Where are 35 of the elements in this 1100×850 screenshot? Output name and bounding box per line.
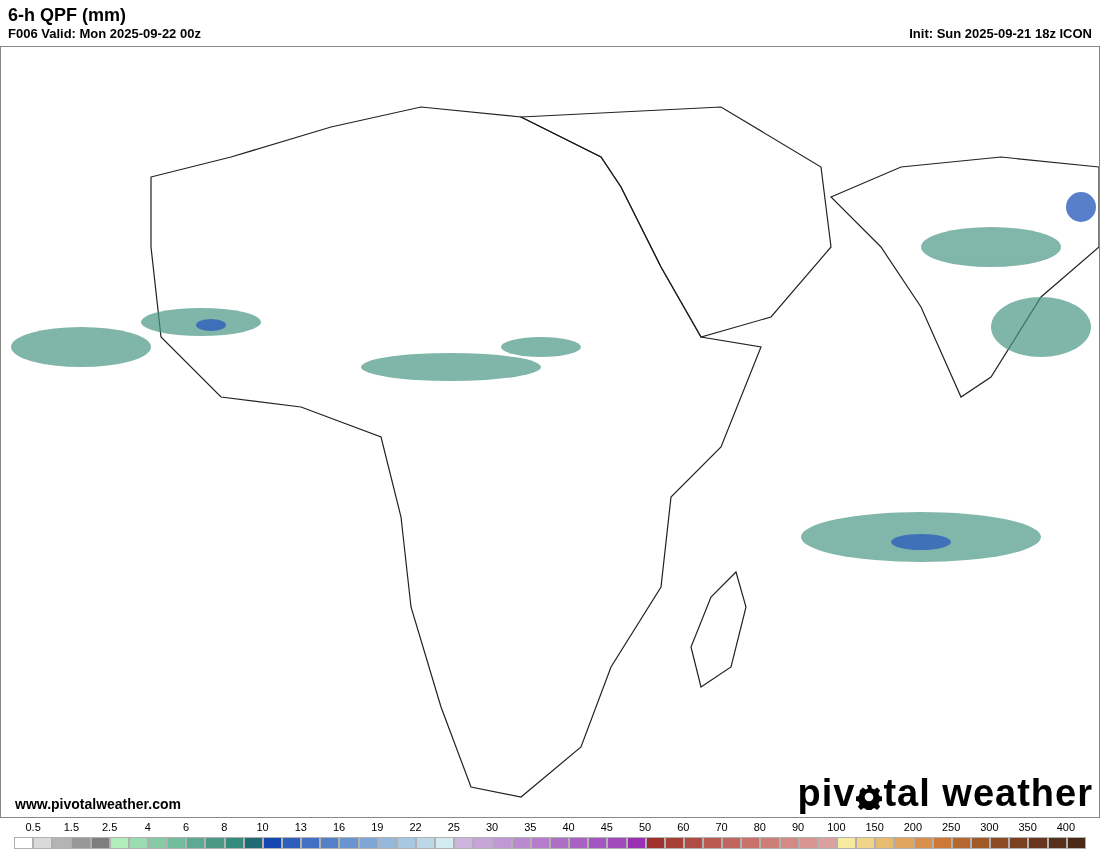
legend-label: 45 (600, 821, 613, 834)
legend-label: 60 (677, 821, 690, 834)
legend-label: 30 (486, 821, 499, 834)
legend-label: 40 (562, 821, 575, 834)
gear-icon (856, 784, 883, 810)
legend-label: 150 (865, 821, 884, 834)
legend-label: 22 (409, 821, 422, 834)
legend-label: 10 (256, 821, 269, 834)
legend-label: 70 (715, 821, 728, 834)
legend-label: 1.5 (63, 821, 79, 834)
legend-label: 80 (753, 821, 766, 834)
chart-title: 6-h QPF (mm) (8, 4, 126, 26)
legend-label: 100 (827, 821, 846, 834)
legend-label: 19 (371, 821, 384, 834)
legend-label: 0.5 (25, 821, 41, 834)
legend-label: 300 (980, 821, 999, 834)
logo-text: piv (797, 773, 856, 813)
legend-label: 16 (333, 821, 346, 834)
legend-label: 35 (524, 821, 537, 834)
legend-label: 350 (1018, 821, 1037, 834)
legend-label: 25 (447, 821, 460, 834)
legend-label: 6 (183, 821, 190, 834)
legend-label: 8 (221, 821, 228, 834)
legend-label: 50 (639, 821, 652, 834)
legend-label: 90 (792, 821, 805, 834)
website-url: www.pivotalweather.com (15, 795, 181, 814)
init-time: Init: Sun 2025-09-21 18z ICON (909, 26, 1092, 42)
legend-label: 2.5 (102, 821, 118, 834)
legend-label: 400 (1056, 821, 1076, 834)
legend-label: 250 (941, 821, 961, 834)
legend-label: 13 (294, 821, 307, 834)
legend-label: 4 (144, 821, 151, 834)
valid-time: F006 Valid: Mon 2025-09-22 00z (8, 26, 201, 42)
legend-label: 200 (903, 821, 923, 834)
logo-text: tal weather (883, 773, 1093, 813)
